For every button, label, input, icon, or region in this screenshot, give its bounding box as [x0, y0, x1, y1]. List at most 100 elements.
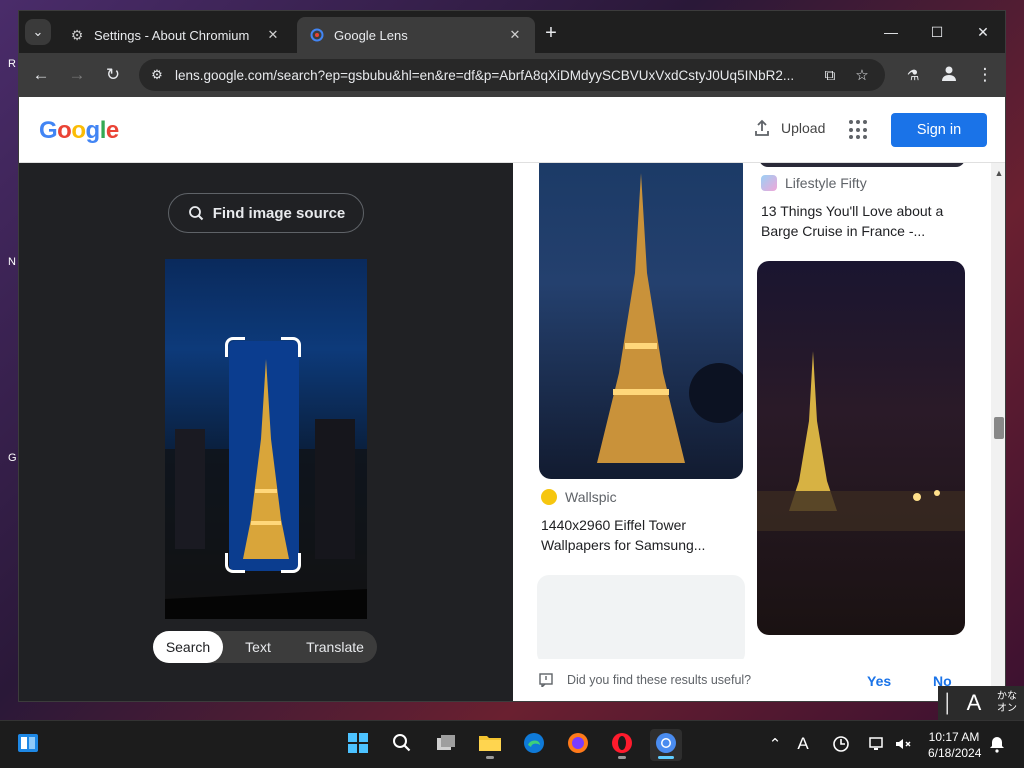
task-view-icon [435, 733, 457, 758]
clock-time: 10:17 AM [928, 730, 980, 744]
url-text[interactable]: lens.google.com/search?ep=gsbubu&hl=en&r… [175, 68, 811, 83]
arrow-right-icon: → [68, 65, 86, 84]
tab-settings[interactable]: ⚙ Settings - About Chromium ✕ [57, 17, 293, 53]
result-title[interactable]: 13 Things You'll Love about a Barge Crui… [761, 201, 973, 241]
wallspic-icon [541, 489, 557, 505]
gear-icon: ⚙ [70, 26, 84, 43]
edge-button[interactable] [518, 729, 550, 761]
reload-icon: ↻ [105, 65, 121, 84]
ime-indicator[interactable]: A [792, 733, 814, 755]
crop-handle-top-right[interactable] [281, 337, 301, 357]
start-button[interactable] [342, 729, 374, 761]
ime-mode-label[interactable]: A [958, 690, 990, 716]
more-vertical-icon: ⋮ [976, 65, 994, 84]
google-logo[interactable]: Google [39, 117, 119, 145]
task-view-button[interactable] [430, 729, 462, 761]
google-apps-icon[interactable] [849, 120, 869, 140]
browser-window: ⌄ ⚙ Settings - About Chromium ✕ Google L… [18, 10, 1006, 702]
tab-strip: ⌄ ⚙ Settings - About Chromium ✕ Google L… [19, 11, 1005, 53]
lifestyle-fifty-icon [761, 175, 777, 191]
result-title-line: Wallpapers for Samsung... [541, 537, 706, 553]
firefox-icon [566, 731, 590, 760]
forward-button[interactable]: → [63, 61, 91, 89]
scrollbar-thumb[interactable] [994, 417, 1004, 439]
result-image[interactable] [759, 163, 965, 167]
result-image[interactable] [539, 163, 743, 479]
feedback-question: Did you find these results useful? [567, 673, 752, 687]
tab-translate[interactable]: Translate [293, 631, 377, 663]
profile-button[interactable] [935, 61, 963, 89]
labs-button[interactable]: ⚗ [899, 61, 927, 89]
feedback-icon [539, 673, 555, 689]
opera-button[interactable] [606, 729, 638, 761]
tab-title: Settings - About Chromium [94, 27, 250, 43]
upload-button[interactable]: Upload [751, 117, 825, 139]
tab-text[interactable]: Text [223, 631, 293, 663]
ime-handle-icon[interactable]: │ [938, 693, 958, 714]
feedback-bar: Did you find these results useful? Yes N… [513, 659, 991, 701]
crop-handle-bottom-right[interactable] [281, 553, 301, 573]
ime-mode-bar: │ A かな オン [938, 686, 1024, 720]
back-button[interactable]: ← [27, 61, 55, 89]
ime-kana-toggle[interactable]: かな オン [990, 691, 1024, 715]
ime-mode-icon[interactable] [830, 733, 852, 755]
notification-icon[interactable] [986, 733, 1008, 755]
chevron-up-icon[interactable]: ⌃ [764, 733, 786, 755]
tab-title: Google Lens [334, 27, 408, 43]
folder-icon [478, 733, 502, 758]
scroll-up-arrow-icon[interactable]: ▲ [991, 165, 1005, 181]
result-title-line: 13 Things You'll Love about a [761, 203, 944, 219]
lens-mode-tabs: Search Text Translate [153, 631, 377, 663]
result-title-line: Barge Cruise in France -... [761, 223, 926, 239]
address-bar[interactable]: ⚙ lens.google.com/search?ep=gsbubu&hl=en… [139, 59, 885, 91]
profile-icon [940, 64, 958, 87]
result-title-line: 1440x2960 Eiffel Tower [541, 517, 687, 533]
maximize-button[interactable]: ☐ [915, 17, 959, 47]
tab-google-lens[interactable]: Google Lens ✕ [297, 17, 535, 53]
system-clock[interactable]: 10:17 AM 6/18/2024 [928, 729, 982, 761]
close-icon: ✕ [977, 23, 989, 40]
find-source-label: Find image source [212, 204, 346, 222]
scrollbar[interactable]: ▲ [991, 163, 1005, 701]
close-window-button[interactable]: ✕ [961, 17, 1005, 47]
new-tab-button[interactable]: + [539, 21, 563, 45]
tab-search-button[interactable]: ⌄ [25, 19, 51, 45]
maximize-icon: ☐ [930, 23, 944, 40]
result-image[interactable] [757, 261, 965, 635]
close-tab-icon[interactable]: ✕ [265, 27, 281, 43]
result-source-name: Lifestyle Fifty [785, 175, 867, 191]
result-placeholder [537, 575, 745, 665]
close-tab-icon[interactable]: ✕ [507, 27, 523, 43]
clock-date: 6/18/2024 [928, 746, 982, 760]
result-title[interactable]: 1440x2960 Eiffel Tower Wallpapers for Sa… [541, 515, 747, 555]
crop-handle-top-left[interactable] [225, 337, 245, 357]
result-source[interactable]: Wallspic [541, 489, 617, 505]
google-header: Google Upload Sign in [19, 97, 1005, 163]
source-image-eiffel-tower[interactable] [165, 259, 367, 619]
minimize-button[interactable]: — [869, 17, 913, 47]
chromium-button[interactable] [650, 729, 682, 761]
tab-search[interactable]: Search [153, 631, 223, 663]
image-search-icon [187, 204, 205, 222]
bookmark-star-icon[interactable]: ☆ [849, 63, 875, 87]
crop-handle-bottom-left[interactable] [225, 553, 245, 573]
upload-label: Upload [781, 120, 826, 136]
find-image-source-button[interactable]: Find image source [168, 193, 364, 233]
site-info-icon[interactable]: ⚙ [147, 65, 167, 85]
google-lens-icon [309, 27, 325, 43]
reload-button[interactable]: ↻ [99, 61, 127, 89]
network-icon[interactable] [866, 733, 888, 755]
firefox-button[interactable] [562, 729, 594, 761]
menu-button[interactable]: ⋮ [971, 61, 999, 89]
sign-in-button[interactable]: Sign in [891, 113, 987, 147]
widgets-button[interactable] [12, 729, 44, 761]
speaker-muted-icon[interactable] [892, 733, 914, 755]
chevron-down-icon: ⌄ [32, 24, 44, 39]
search-button[interactable] [386, 729, 418, 761]
result-source[interactable]: Lifestyle Fifty [761, 175, 867, 191]
lens-image-pane: Find image source Search Text Translate [19, 163, 513, 701]
upload-icon [751, 117, 773, 139]
file-explorer-button[interactable] [474, 729, 506, 761]
feedback-yes-button[interactable]: Yes [867, 673, 891, 689]
install-app-icon[interactable]: ⧉ [817, 63, 843, 87]
